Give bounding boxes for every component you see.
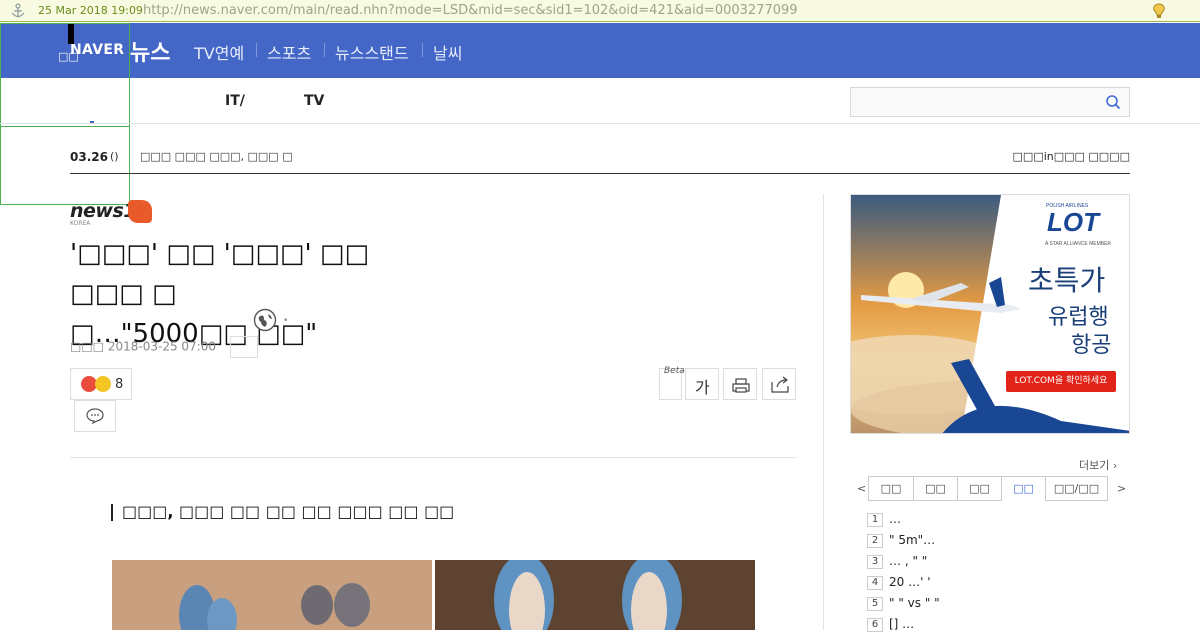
ticker-day: (): [110, 150, 119, 163]
font-size-label: 가: [695, 378, 710, 397]
lot-advertisement[interactable]: POLISH AIRLINES LOT A STAR ALLIANCE MEMB…: [850, 194, 1130, 434]
ticker-right-headline[interactable]: □□□in□□□ □□□□: [1013, 150, 1130, 163]
globe-dot: •: [283, 316, 289, 326]
anchor-icon[interactable]: [9, 2, 27, 20]
comment-button[interactable]: [74, 400, 116, 432]
news-ticker: 03.26 () □□□ □□□ □□□, □□□ □ □□□in□□□ □□□…: [70, 145, 1130, 174]
byline-name: □□□: [70, 339, 105, 354]
press-logo-mark: [128, 200, 152, 223]
rank-number: 1: [867, 512, 883, 527]
comment-icon: [86, 408, 104, 424]
list-item[interactable]: 1…: [867, 512, 901, 532]
nav-separator: [324, 43, 325, 57]
reaction-count: 8: [115, 377, 124, 392]
press-logo-text: news1: [70, 200, 137, 222]
ticker-date: 03.26: [70, 150, 108, 164]
ad-brand: LOT: [1047, 207, 1099, 237]
press-logo[interactable]: news1 KOREA: [70, 200, 152, 227]
rank-text: " " vs " ": [889, 596, 940, 610]
byline: □□□ 2018-03-25 07:00: [70, 336, 258, 358]
print-icon: [732, 378, 750, 393]
tab-0[interactable]: □□: [868, 476, 914, 501]
search-box: [850, 87, 1130, 117]
font-size-button[interactable]: 가: [685, 368, 719, 400]
rank-number: 5: [867, 596, 883, 611]
sad-emoji-icon: [95, 376, 111, 392]
search-icon[interactable]: [1105, 94, 1121, 110]
byline-placeholder: [229, 336, 258, 358]
reaction-button[interactable]: 8: [70, 368, 132, 400]
nav-separator: [256, 43, 257, 57]
news-logo[interactable]: 뉴스: [130, 35, 170, 67]
ticker-headline[interactable]: □□□ □□□ □□□, □□□ □: [140, 150, 293, 163]
tab-prev-arrow-icon[interactable]: <: [857, 482, 866, 495]
nav-newsstand[interactable]: 뉴스스탠드: [335, 40, 409, 64]
article-photo: [112, 560, 755, 630]
nav-sports[interactable]: 스포츠: [267, 40, 311, 64]
rank-number: 6: [867, 617, 883, 632]
list-item[interactable]: 6 [] …: [867, 617, 914, 637]
tab-2[interactable]: □□: [957, 476, 1002, 501]
rank-text: 20 …' ': [889, 575, 931, 589]
tab-next-arrow-icon[interactable]: >: [1117, 482, 1126, 495]
share-icon: [771, 376, 789, 393]
rank-text: …: [889, 512, 901, 526]
rank-text: … , " ": [889, 554, 928, 568]
list-item[interactable]: 2 " 5m"…: [867, 533, 935, 553]
beta-label: Beta: [664, 366, 685, 376]
tab-1[interactable]: □□: [913, 476, 958, 501]
section-it[interactable]: IT/: [225, 93, 245, 109]
article-divider: [70, 457, 797, 458]
section-tv[interactable]: TV: [304, 93, 324, 109]
more-link[interactable]: 더보기 ›: [1079, 457, 1117, 473]
ad-headline: 초특가: [1028, 264, 1106, 297]
lightbulb-icon[interactable]: [1150, 2, 1168, 20]
subhead-bar: [111, 504, 113, 521]
list-item[interactable]: 4 20 …' ': [867, 575, 931, 595]
section-indicator: [90, 121, 94, 123]
archive-url[interactable]: http://news.naver.com/main/read.nhn?mode…: [143, 3, 798, 18]
ad-alliance: A STAR ALLIANCE MEMBER: [1045, 241, 1112, 247]
rank-number: 3: [867, 554, 883, 569]
ad-line-3: 항공: [1071, 333, 1112, 358]
nav-weather[interactable]: 날씨: [433, 40, 462, 64]
rank-number: 4: [867, 575, 883, 590]
more-label: 더보기: [1079, 459, 1110, 472]
tab-4[interactable]: □□/□□: [1045, 476, 1108, 501]
naver-header: NAVER 뉴스 TV연예 스포츠 뉴스스탠드 날씨 □□ □□: [0, 23, 1200, 91]
list-item[interactable]: 5 " " vs " ": [867, 596, 940, 616]
archive-bar: 25 Mar 2018 19:09 http://news.naver.com/…: [0, 0, 1200, 22]
ranking-tabs: □□ □□ □□ □□ □□/□□: [868, 476, 1108, 501]
rank-text: [] …: [889, 617, 915, 631]
title-line-1: '□□□' □□ '□□□' □□ □□□ □: [70, 239, 370, 309]
archive-date: 25 Mar 2018 19:09: [38, 4, 143, 17]
nav-tv-entertainment[interactable]: TV연예: [194, 40, 244, 64]
share-button[interactable]: [762, 368, 796, 400]
globe-icon[interactable]: [253, 308, 277, 332]
nav-separator: [422, 43, 423, 57]
ad-cta-button[interactable]: LOT.COM을 확인하세요: [1006, 371, 1116, 392]
list-item[interactable]: 3 … , " ": [867, 554, 927, 574]
rank-number: 2: [867, 533, 883, 548]
tab-3-active[interactable]: □□: [1001, 476, 1046, 501]
byline-date: 2018-03-25 07:00: [107, 339, 216, 354]
print-button[interactable]: [723, 368, 757, 400]
search-input[interactable]: [857, 92, 1097, 112]
column-divider: [823, 194, 824, 630]
article-subhead: □□□, □□□ □□ □□ □□ □□□ □□ □□: [122, 502, 455, 521]
rank-text: " 5m"…: [889, 533, 936, 547]
